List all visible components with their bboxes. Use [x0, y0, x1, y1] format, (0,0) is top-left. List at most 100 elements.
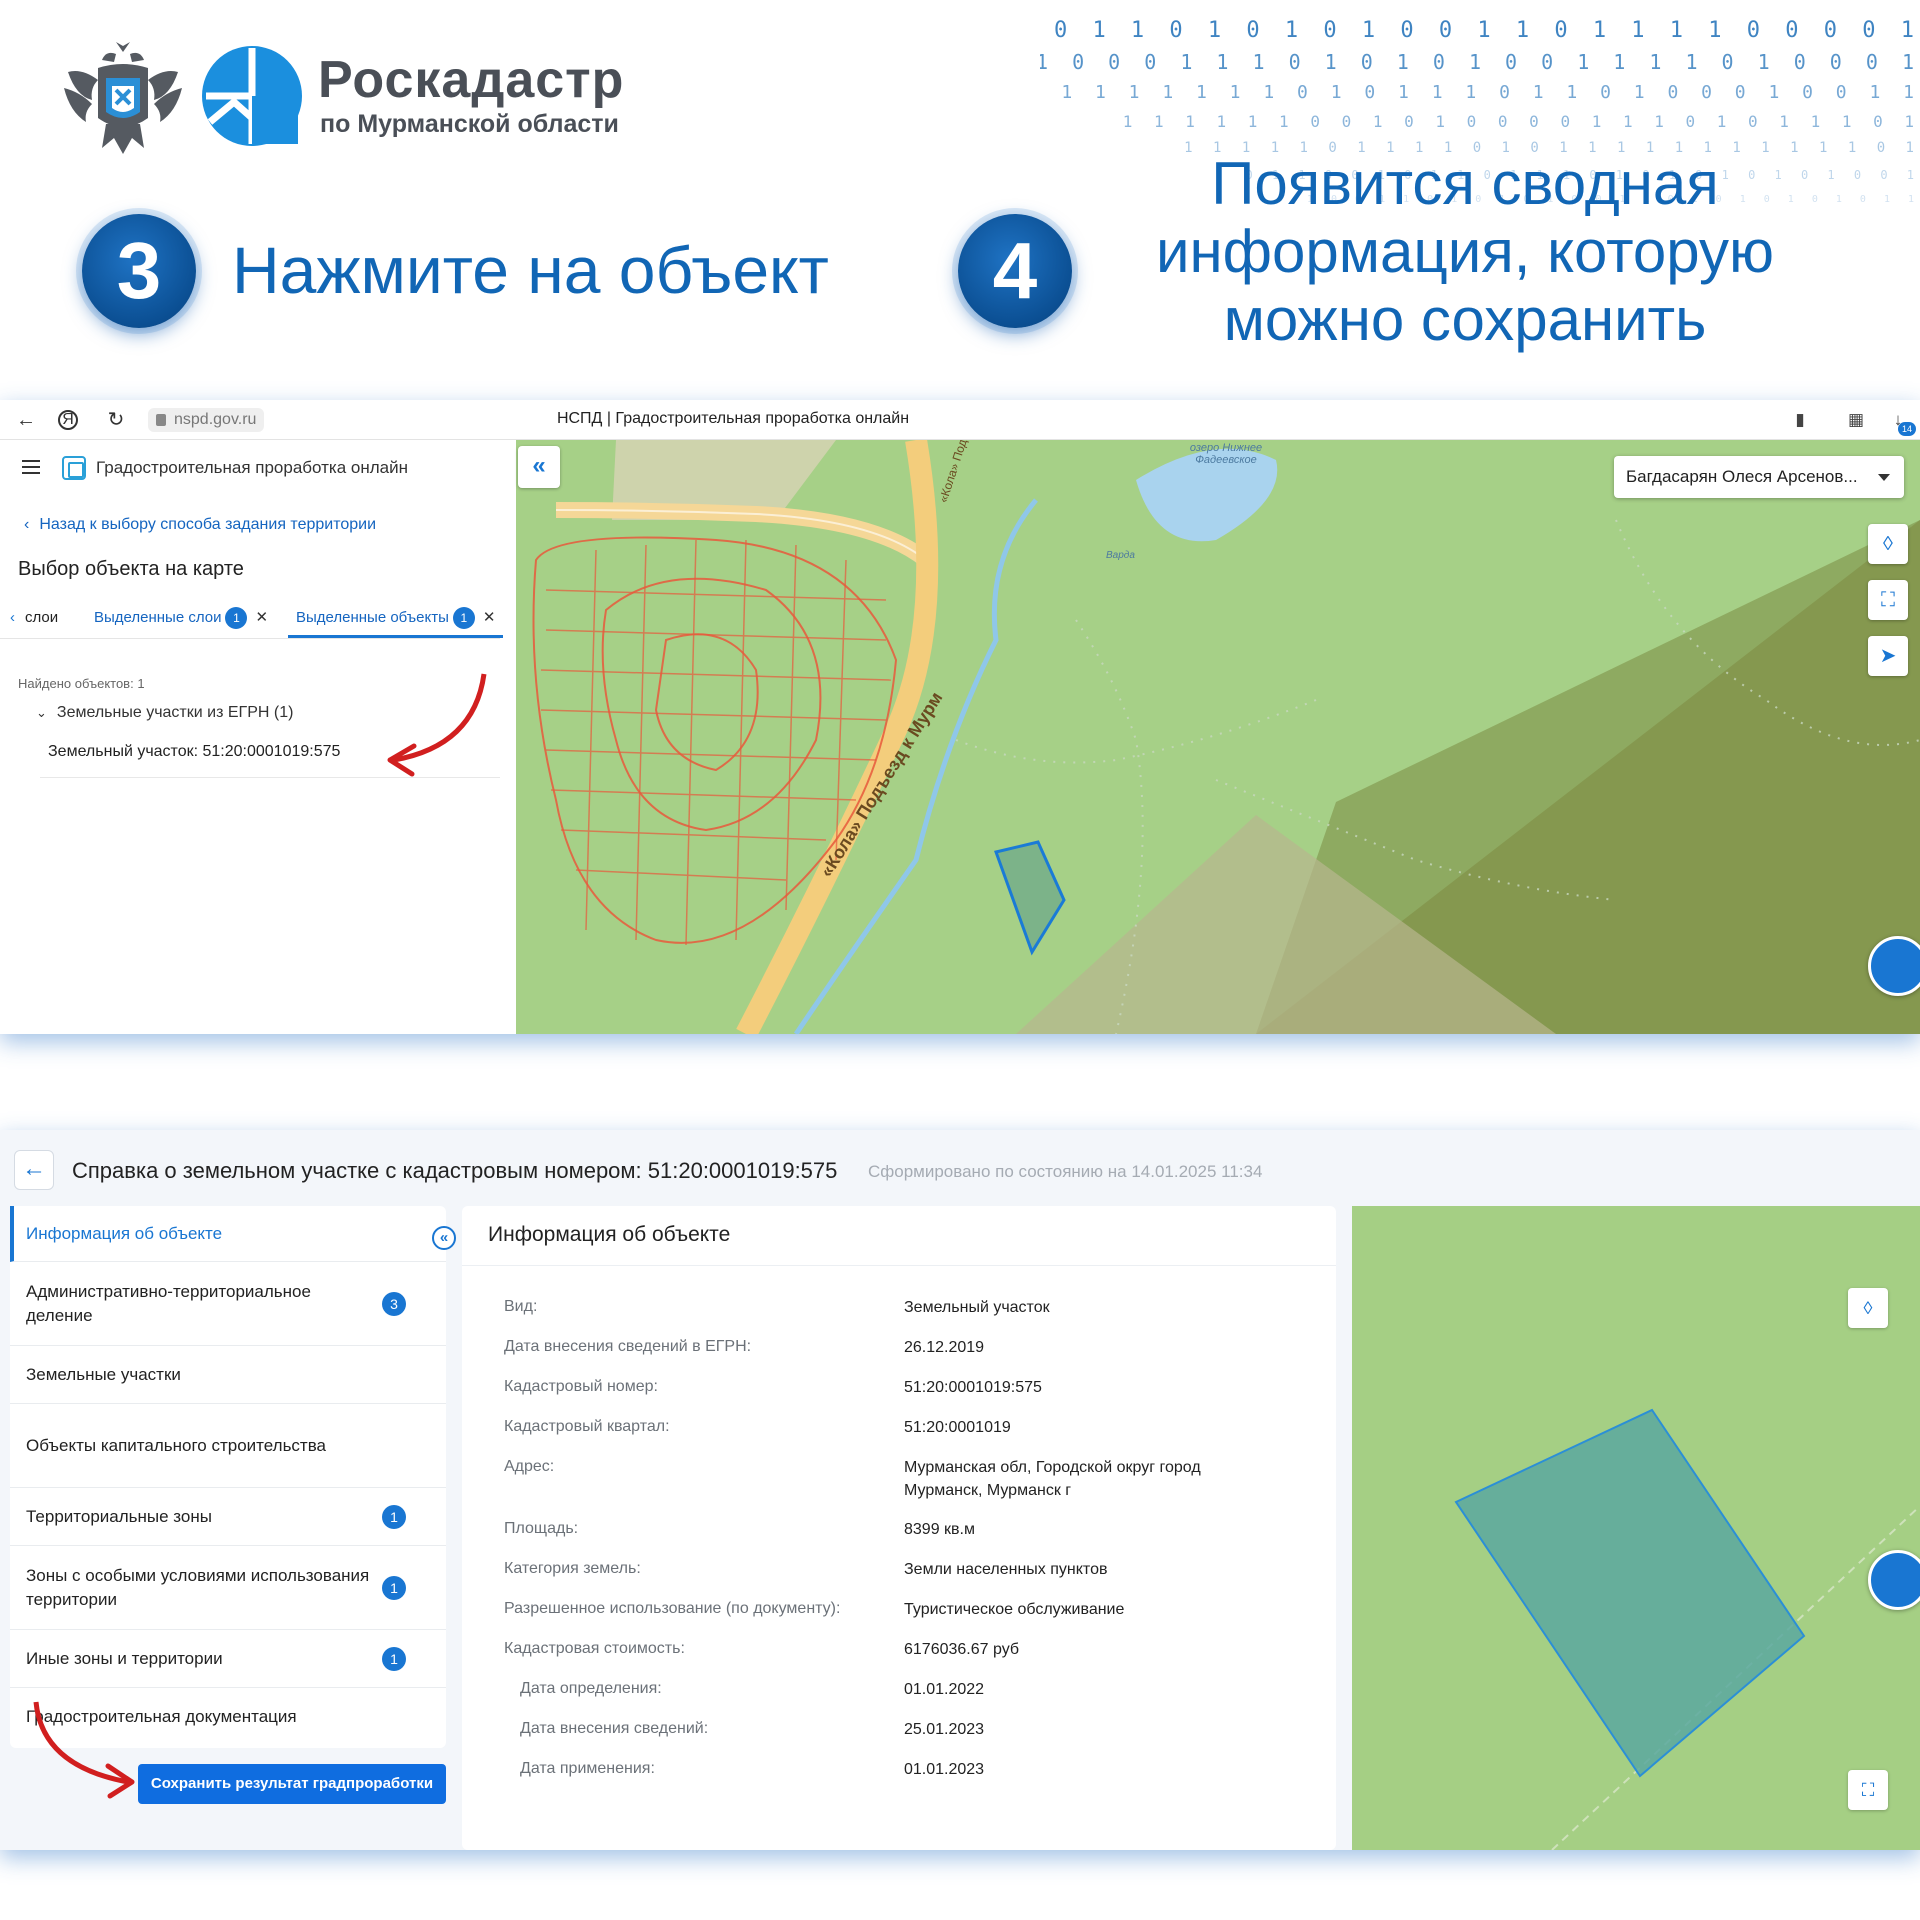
field-value: 51:20:0001019:575 [904, 1379, 1042, 1396]
map-canvas [516, 440, 1920, 1034]
chevron-left-icon: ‹ [10, 609, 15, 626]
field-value: 26.12.2019 [904, 1339, 985, 1356]
nav-item-admin-division[interactable]: Административно-территориальное деление … [10, 1262, 446, 1346]
extensions-icon[interactable]: ▦ [1844, 408, 1868, 432]
step-4-line: информация, которую [1156, 218, 1774, 285]
back-link-label: Назад к выбору способа задания территори… [39, 516, 377, 533]
user-name: Багдасарян Олеся Арсенов... [1626, 467, 1858, 486]
report-title: Справка о земельном участке с кадастровы… [72, 1158, 838, 1183]
field-value: 6176036.67 руб [904, 1641, 1020, 1658]
close-icon[interactable]: ✕ [483, 598, 496, 638]
tabs-divider [0, 638, 500, 639]
field-label: Дата определения: [520, 1680, 662, 1697]
nav-item-land-plots[interactable]: Земельные участки [10, 1346, 446, 1404]
bookmark-icon[interactable]: ▮ [1788, 408, 1812, 432]
share-icon[interactable]: ➤ [1868, 636, 1908, 676]
app-title: Градостроительная проработка онлайн [96, 458, 408, 477]
assistant-chat-icon[interactable] [1868, 1550, 1920, 1610]
field-label: Адрес: [504, 1458, 555, 1475]
collapse-panel-button[interactable]: « [518, 446, 560, 488]
browser-page-title: НСПД | Градостроительная проработка онла… [556, 410, 910, 427]
field-value: Земли населенных пунктов [904, 1561, 1108, 1578]
fullscreen-icon[interactable]: ⛶ [1848, 1770, 1888, 1810]
nav-item-label: Земельные участки [26, 1364, 181, 1384]
field-label: Дата внесения сведений: [520, 1720, 709, 1737]
lake-label: озеро Нижнее Фадеевское [1189, 442, 1263, 466]
tab-label: Выделенные объекты [296, 609, 449, 626]
binary-row: 0 1 0 0 0 1 1 1 0 1 0 1 0 1 0 0 1 1 1 1 … [1040, 50, 1920, 74]
creek-label: Варда [1106, 550, 1135, 561]
field-value: Мурманская обл, Городской округ город Му… [904, 1459, 1201, 1499]
save-result-button[interactable]: Сохранить результат градпроработки [138, 1764, 446, 1804]
tab-count-badge: 1 [225, 607, 248, 630]
infographic-page: 0 1 1 0 1 1 0 1 0 1 0 1 0 0 1 1 0 1 1 1 … [0, 0, 1920, 1920]
chevron-left-icon: ‹ [24, 516, 30, 533]
count-badge: 1 [382, 1575, 406, 1600]
binary-row: 0 1 1 0 1 1 0 1 0 1 0 1 0 0 1 1 0 1 1 1 … [1040, 18, 1920, 43]
back-to-territory-link[interactable]: ‹ Назад к выбору способа задания территор… [24, 516, 376, 534]
tab-selected-layers[interactable]: Выделенные слои 1 ✕ [94, 598, 268, 638]
count-badge: 1 [382, 1646, 406, 1671]
count-badge: 3 [382, 1291, 406, 1316]
parcel-map[interactable] [1352, 1206, 1920, 1850]
collapse-nav-icon[interactable]: « [432, 1226, 456, 1250]
brand-title: Роскадастр [318, 51, 625, 109]
report-nav: Информация об объекте Административно-те… [10, 1206, 446, 1748]
field-label: Кадастровый номер: [504, 1378, 658, 1395]
nav-item-territorial-zones[interactable]: Территориальные зоны 1 [10, 1488, 446, 1546]
layers-icon[interactable]: ◊ [1848, 1288, 1888, 1328]
field-label: Кадастровый квартал: [504, 1418, 670, 1435]
back-arrow-icon[interactable]: ← [14, 1150, 54, 1190]
field-label: Разрешенное использование (по документу)… [504, 1600, 841, 1617]
brand-subtitle: по Мурманской области [320, 110, 619, 138]
field-value: 8399 кв.м [904, 1521, 975, 1538]
tab-layers[interactable]: ‹ слои [10, 598, 58, 638]
roskadastr-logo-icon [202, 46, 302, 146]
menu-icon[interactable] [22, 460, 40, 474]
nav-item-label: Административно-территориальное деление [26, 1281, 311, 1325]
group-label: Земельные участки из ЕГРН (1) [56, 704, 294, 721]
tab-selected-objects[interactable]: Выделенные объекты 1 ✕ [288, 598, 504, 638]
chevron-down-icon [1878, 474, 1890, 481]
tab-count-badge: 1 [452, 607, 475, 630]
nav-item-label: Объекты капитального строительства [26, 1435, 327, 1455]
close-icon[interactable]: ✕ [255, 598, 268, 638]
field-label: Вид: [504, 1298, 538, 1315]
nav-item-label: Иные зоны и территории [26, 1648, 223, 1668]
field-label: Дата внесения сведений в ЕГРН: [504, 1338, 752, 1355]
map-view[interactable]: озеро Нижнее Фадеевское «Кола» Подъезд к… [516, 440, 1920, 1034]
field-value: Туристическое обслуживание [904, 1601, 1125, 1618]
field-label: Площадь: [504, 1520, 579, 1537]
step-4-instruction: Появится сводная информация, которую мож… [1110, 150, 1820, 354]
nav-item-label: Информация об объекте [26, 1223, 223, 1243]
area-search-icon[interactable]: ⛶ [1868, 580, 1908, 620]
nav-item-object-info[interactable]: Информация об объекте [10, 1206, 446, 1262]
report-timestamp: Сформировано по состоянию на 14.01.2025 … [868, 1162, 1263, 1181]
nav-item-label: Зоны с особыми условиями использования т… [26, 1565, 370, 1609]
red-arrow-pointer [387, 673, 487, 777]
red-arrow-pointer [33, 1701, 135, 1799]
coat-of-arms-icon [64, 42, 182, 154]
info-card-title: Информация об объекте [462, 1206, 1336, 1266]
nav-item-special-zones[interactable]: Зоны с особыми условиями использования т… [10, 1546, 446, 1630]
layers-icon[interactable]: ◊ [1868, 524, 1908, 564]
results-group[interactable]: ⌄ Земельные участки из ЕГРН (1) [36, 704, 293, 722]
app-logo-icon [62, 456, 86, 480]
step-3-badge: 3 [82, 214, 196, 328]
field-value: 51:20:0001019 [904, 1419, 1011, 1436]
field-label: Дата применения: [520, 1760, 655, 1777]
report-screenshot: ← Справка о земельном участке с кадастро… [0, 1130, 1920, 1850]
panel-heading: Выбор объекта на карте [18, 558, 244, 580]
map-selection-screenshot: ← Я ↻ nspd.gov.ru НСПД | Градостроительн… [0, 400, 1920, 1034]
assistant-chat-icon[interactable] [1868, 936, 1920, 996]
field-value: 25.01.2023 [904, 1721, 985, 1738]
nav-item-capital-objects[interactable]: Объекты капитального строительства [10, 1404, 446, 1488]
found-count: Найдено объектов: 1 [18, 676, 145, 691]
chevron-down-icon: ⌄ [36, 705, 47, 720]
binary-row: 1 1 1 1 1 1 1 0 1 0 1 1 1 0 1 1 0 1 0 0 … [1061, 82, 1920, 103]
count-badge: 1 [382, 1504, 406, 1529]
tabs-bar: ‹ слои Выделенные слои 1 ✕ Выделенные объек… [0, 598, 504, 639]
user-select[interactable]: Багдасарян Олеся Арсенов... [1614, 456, 1904, 498]
field-value: 01.01.2023 [904, 1761, 985, 1778]
nav-item-other-zones[interactable]: Иные зоны и территории 1 [10, 1630, 446, 1688]
